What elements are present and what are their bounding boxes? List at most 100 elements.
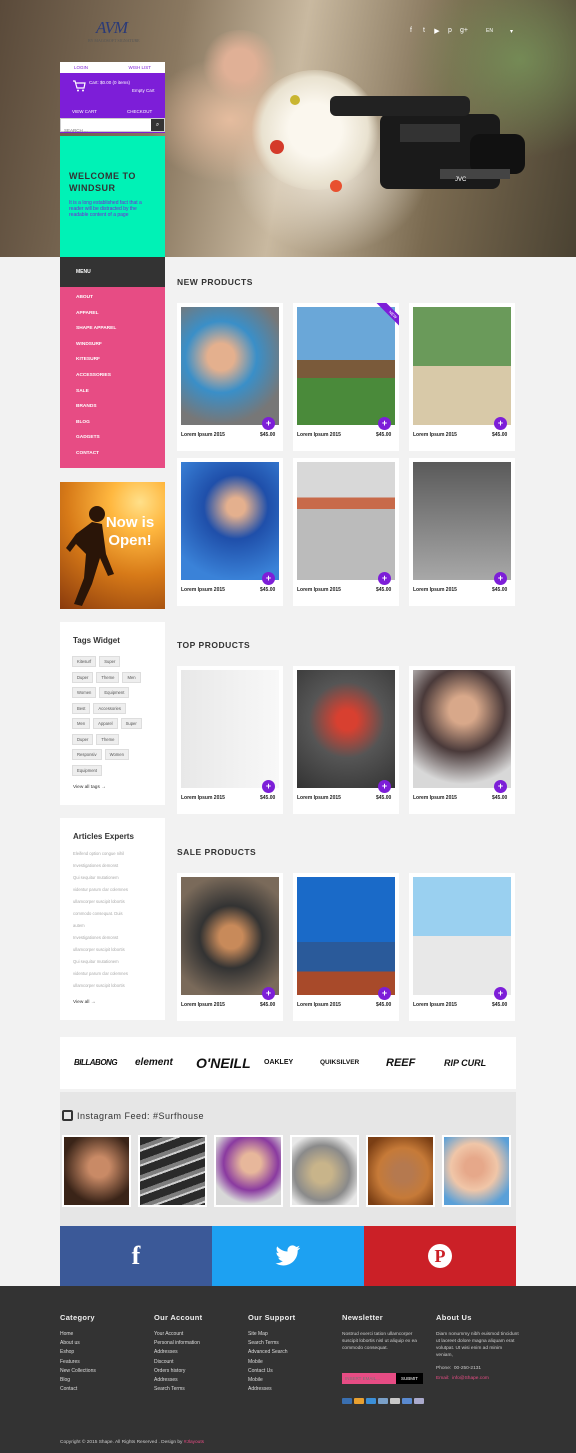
add-to-cart-plus-icon[interactable]: +	[494, 780, 507, 793]
menu-item-contact[interactable]: CONTACT	[60, 451, 165, 467]
menu-item-about[interactable]: ABOUT	[60, 295, 165, 311]
tag[interactable]: Equipment	[99, 687, 130, 698]
add-to-cart-plus-icon[interactable]: +	[378, 780, 391, 793]
product-image[interactable]	[181, 307, 279, 425]
instagram-photo[interactable]	[138, 1135, 207, 1207]
product-image[interactable]	[297, 877, 395, 995]
footer-link[interactable]: Discount	[154, 1359, 202, 1368]
product-image[interactable]	[297, 462, 395, 580]
tag[interactable]: Theme	[96, 671, 120, 683]
product-card[interactable]: Lorem Ipsum 2015 $45.00 +	[409, 303, 515, 451]
brand-logo[interactable]: REEF	[386, 1037, 415, 1089]
newsletter-submit-button[interactable]: SUBMIT	[396, 1373, 423, 1384]
google-plus-icon[interactable]: g+	[460, 27, 468, 35]
tag[interactable]: Equipment	[72, 764, 103, 776]
add-to-cart-plus-icon[interactable]: +	[262, 417, 275, 430]
tag[interactable]: Duper	[72, 733, 94, 745]
tag[interactable]: Super	[120, 718, 142, 729]
tag[interactable]: Theme	[96, 733, 120, 745]
footer-link[interactable]: Features	[60, 1359, 96, 1368]
add-to-cart-plus-icon[interactable]: +	[378, 987, 391, 1000]
brand-logo[interactable]: BILLABONG	[74, 1037, 118, 1089]
product-image[interactable]	[181, 877, 279, 995]
footer-link[interactable]: About us	[60, 1340, 96, 1349]
newsletter-email-input[interactable]	[342, 1373, 396, 1384]
instagram-photo[interactable]	[62, 1135, 131, 1207]
brand-logo[interactable]: OAKLEY	[264, 1037, 293, 1089]
product-name[interactable]: Lorem Ipsum 2015	[413, 432, 457, 438]
footer-link[interactable]: Search Terms	[248, 1340, 295, 1349]
menu-item-windsurf[interactable]: WINDSURF	[60, 342, 165, 358]
brand-logo[interactable]: RIP CURL	[444, 1037, 486, 1089]
footer-link[interactable]: Mobile	[248, 1359, 295, 1368]
login-link[interactable]: LOGIN	[74, 65, 88, 70]
footer-link[interactable]: Blog	[60, 1377, 96, 1386]
footer-link[interactable]: Addresses	[154, 1377, 202, 1386]
product-name[interactable]: Lorem Ipsum 2015	[413, 795, 457, 801]
instagram-photo[interactable]	[442, 1135, 511, 1207]
cart-icon[interactable]	[72, 80, 86, 92]
product-card[interactable]: Lorem Ipsum 2015 $45.00 +	[293, 666, 399, 814]
add-to-cart-plus-icon[interactable]: +	[378, 572, 391, 585]
facebook-banner[interactable]: f	[60, 1226, 212, 1286]
footer-link[interactable]: Home	[60, 1331, 96, 1340]
tag[interactable]: Duper	[72, 671, 94, 683]
product-card[interactable]: Lorem Ipsum 2015 $45.00 +	[293, 458, 399, 606]
tag[interactable]: Men	[122, 671, 141, 683]
tag[interactable]: Accessories	[93, 702, 126, 714]
product-card[interactable]: Lorem Ipsum 2015 $45.00 +	[177, 666, 283, 814]
product-name[interactable]: Lorem Ipsum 2015	[297, 1002, 341, 1008]
article-link[interactable]: Investigationes demonst	[60, 860, 128, 872]
menu-item-sale[interactable]: SALE	[60, 389, 165, 405]
tag[interactable]: Super	[99, 656, 121, 667]
article-link[interactable]: ullamcorper suscipit lobortis	[60, 980, 128, 992]
product-card[interactable]: Lorem Ipsum 2015 $45.00 +	[293, 873, 399, 1021]
footer-link[interactable]: Addresses	[248, 1386, 295, 1395]
brand-logo[interactable]: QUIKSILVER	[320, 1037, 359, 1089]
product-image[interactable]	[413, 462, 511, 580]
product-image[interactable]	[413, 877, 511, 995]
pinterest-icon[interactable]: p	[447, 27, 453, 35]
designer-link[interactable]: #Jlayouts	[184, 1440, 204, 1445]
view-all-articles-link[interactable]: View all →	[73, 1000, 96, 1005]
article-link[interactable]: videntur parum clar colemnes	[60, 884, 128, 896]
footer-link[interactable]: Contact	[60, 1386, 96, 1395]
footer-link[interactable]: Site Map	[248, 1331, 295, 1340]
article-link[interactable]: ullamcorper suscipit lobortis	[60, 896, 128, 908]
add-to-cart-plus-icon[interactable]: +	[262, 780, 275, 793]
chevron-down-icon[interactable]: ▾	[510, 28, 513, 35]
product-name[interactable]: Lorem Ipsum 2015	[297, 795, 341, 801]
footer-link[interactable]: Orders history	[154, 1368, 202, 1377]
product-card[interactable]: Lorem Ipsum 2015 $45.00 +	[409, 666, 515, 814]
footer-link[interactable]: Addresses	[154, 1349, 202, 1358]
add-to-cart-plus-icon[interactable]: +	[378, 417, 391, 430]
menu-item-brands[interactable]: BRANDS	[60, 404, 165, 420]
site-logo[interactable]: AVM BY MAGOSOFT SIGNATURE	[88, 18, 146, 43]
footer-link[interactable]: New Collections	[60, 1368, 96, 1377]
footer-link[interactable]: Search Terms	[154, 1386, 202, 1395]
product-name[interactable]: Lorem Ipsum 2015	[413, 587, 457, 593]
product-card[interactable]: Lorem Ipsum 2015 $45.00 +	[177, 458, 283, 606]
tag[interactable]: Responsiv	[72, 749, 102, 760]
menu-item-shape-apparel[interactable]: SHAPE APPAREL	[60, 326, 165, 342]
brand-logo[interactable]: O'NEILL	[196, 1037, 251, 1089]
menu-item-apparel[interactable]: APPAREL	[60, 311, 165, 327]
product-name[interactable]: Lorem Ipsum 2015	[181, 1002, 225, 1008]
instagram-photo[interactable]	[366, 1135, 435, 1207]
footer-link[interactable]: Your Account	[154, 1331, 202, 1340]
footer-link[interactable]: Personal information	[154, 1340, 202, 1349]
add-to-cart-plus-icon[interactable]: +	[494, 417, 507, 430]
article-link[interactable]: ullamcorper suscipit lobortis	[60, 944, 128, 956]
facebook-icon[interactable]: f	[408, 27, 414, 35]
tag[interactable]: Best	[72, 702, 91, 714]
product-name[interactable]: Lorem Ipsum 2015	[413, 1002, 457, 1008]
product-name[interactable]: Lorem Ipsum 2015	[181, 587, 225, 593]
view-all-tags-link[interactable]: View all tags →	[73, 785, 106, 790]
menu-item-gadgets[interactable]: GADGETS	[60, 435, 165, 451]
twitter-banner[interactable]	[212, 1226, 364, 1286]
product-image[interactable]	[297, 670, 395, 788]
pinterest-banner[interactable]: P	[364, 1226, 516, 1286]
footer-link[interactable]: Contact Us	[248, 1368, 295, 1377]
product-card[interactable]: Lorem Ipsum 2015 $45.00 +	[409, 873, 515, 1021]
menu-item-blog[interactable]: BLOG	[60, 420, 165, 436]
